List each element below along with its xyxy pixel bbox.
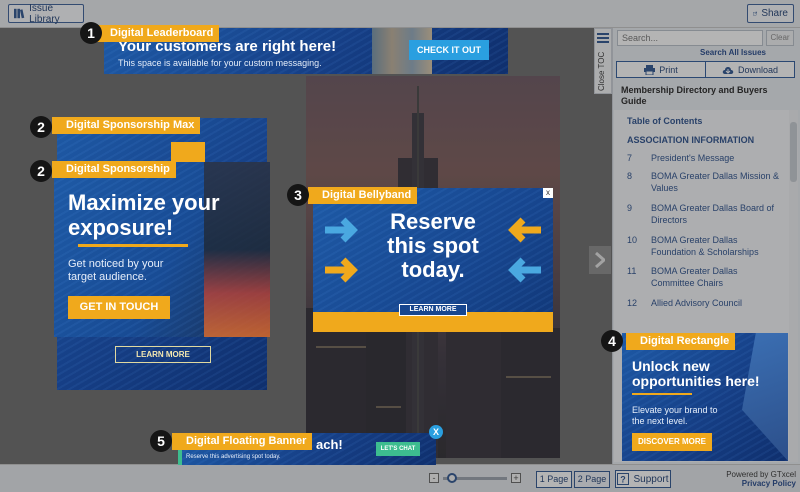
arrow-left-icon (508, 217, 541, 283)
toc-item-page: 10 (627, 235, 638, 245)
floating-headline: ach! (316, 437, 343, 452)
hamburger-icon (597, 33, 609, 43)
badge-3: 3 (287, 184, 309, 206)
search-all-issues-link[interactable]: Search All Issues (700, 48, 766, 57)
toc-item-label: BOMA Greater Dallas Board of Directors (651, 203, 775, 225)
toc-item-table-of-contents[interactable]: Table of Contents (627, 115, 702, 127)
bottom-toolbar (0, 464, 800, 492)
leaderboard-subtext: This space is available for your custom … (118, 58, 322, 68)
bellyband-headline: Reserve this spot today. (387, 209, 479, 282)
zoom-slider-handle[interactable] (447, 472, 457, 483)
download-button[interactable]: Download (705, 62, 794, 77)
cloud-download-icon (722, 66, 734, 74)
share-icon (753, 11, 758, 16)
zoom-control: - + (429, 472, 521, 483)
publication-title: Membership Directory and Buyers Guide (621, 85, 768, 106)
floating-subtext: Reserve this advertising spot today. (186, 454, 281, 460)
two-page-view-button[interactable]: 2 Page (574, 471, 610, 488)
check-it-out-button[interactable]: CHECK IT OUT (409, 40, 489, 60)
top-toolbar (0, 0, 800, 28)
toc-item-association-information[interactable]: ASSOCIATION INFORMATION (627, 134, 754, 146)
bellyband-learn-more[interactable]: LEARN MORE (399, 304, 467, 316)
svg-text:?: ? (621, 475, 627, 485)
rectangle-ad[interactable]: Unlock new opportunities here! Elevate y… (622, 333, 788, 461)
floating-close-icon[interactable]: X (429, 425, 443, 439)
library-books-icon (14, 8, 25, 19)
sponsorship-ad[interactable]: Maximize your exposure! Get noticed by y… (54, 162, 270, 337)
search-input[interactable] (617, 30, 763, 46)
issue-library-button[interactable]: Issue Library (8, 2, 84, 25)
zoom-in-button[interactable]: + (511, 473, 521, 483)
toc-item-label: President's Message (651, 153, 735, 163)
sponsorship-tag: Digital Sponsorship (52, 161, 176, 178)
close-toc-tab[interactable]: Close TOC (594, 28, 612, 94)
zoom-out-button[interactable]: - (429, 473, 439, 483)
next-page-arrow[interactable] (589, 246, 611, 274)
badge-5: 5 (150, 430, 172, 452)
support-button[interactable]: ? Support (615, 470, 671, 488)
discover-more-button[interactable]: DISCOVER MORE (632, 433, 712, 451)
rectangle-subtext: Elevate your brand to the next level. (632, 405, 718, 426)
toc-item-label: Allied Advisory Council (651, 298, 743, 308)
close-toc-label: Close TOC (597, 51, 606, 91)
support-label: Support (633, 473, 669, 485)
badge-2: 2 (30, 160, 52, 182)
toc-item-page: 9 (627, 203, 633, 213)
leaderboard-tag: Digital Leaderboard (96, 25, 220, 42)
one-page-view-button[interactable]: 1 Page (536, 471, 572, 488)
toc-item-label: BOMA Greater Dallas Committee Chairs (651, 266, 738, 288)
zoom-slider[interactable] (443, 472, 507, 483)
powered-by-text: Powered by GTxcel (726, 470, 796, 479)
rectangle-headline: Unlock new opportunities here! (632, 358, 760, 389)
download-label: Download (737, 64, 779, 75)
issue-library-label: Issue Library (29, 2, 60, 25)
powered-by: Powered by GTxcel Privacy Policy (726, 470, 796, 488)
share-button[interactable]: Share (747, 4, 794, 23)
toc-item-page: 12 (627, 298, 638, 308)
sponsorship-max-learn-more[interactable]: LEARN MORE (115, 346, 211, 363)
sponsorship-max-tag: Digital Sponsorship Max (52, 117, 201, 134)
sponsorship-headline: Maximize your exposure! (68, 190, 220, 240)
lets-chat-button[interactable]: LET'S CHAT (376, 442, 420, 456)
toc-item-label: ASSOCIATION INFORMATION (627, 135, 755, 145)
bellyband-tag: Digital Bellyband (308, 187, 418, 204)
toc-item-label: BOMA Greater Dallas Mission & Values (651, 171, 780, 193)
floating-banner-tag: Digital Floating Banner (172, 433, 313, 450)
print-label: Print (659, 64, 678, 75)
chevron-right-icon (595, 252, 605, 268)
printer-icon (644, 64, 656, 75)
privacy-policy-link[interactable]: Privacy Policy (726, 479, 796, 488)
toc-item-page: 11 (627, 266, 637, 276)
scrollbar-thumb[interactable] (790, 122, 797, 182)
toc-item-label: Table of Contents (627, 116, 703, 126)
help-icon: ? (617, 473, 630, 485)
toc-item-label: BOMA Greater Dallas Foundation & Scholar… (651, 235, 759, 257)
sponsorship-subtext: Get noticed by your target audience. (68, 258, 164, 283)
badge-1: 1 (80, 22, 102, 44)
badge-4: 4 (601, 330, 623, 352)
print-download-group: Print Download (616, 61, 795, 78)
rectangle-tag: Digital Rectangle (626, 333, 736, 350)
toc-item-page: 7 (627, 153, 633, 163)
toc-item-page: 8 (627, 171, 633, 181)
clear-search-button[interactable]: Clear (766, 30, 794, 46)
bellyband-close-icon[interactable]: x (543, 188, 553, 198)
bellyband-ad[interactable]: Reserve this spot today. LEARN MORE x (313, 188, 553, 332)
share-label: Share (761, 8, 788, 19)
get-in-touch-button[interactable]: GET IN TOUCH (68, 296, 170, 319)
toc-scrollbar[interactable] (789, 110, 798, 462)
badge-2-max: 2 (30, 116, 52, 138)
print-button[interactable]: Print (617, 62, 705, 77)
arrow-right-icon (325, 217, 358, 283)
